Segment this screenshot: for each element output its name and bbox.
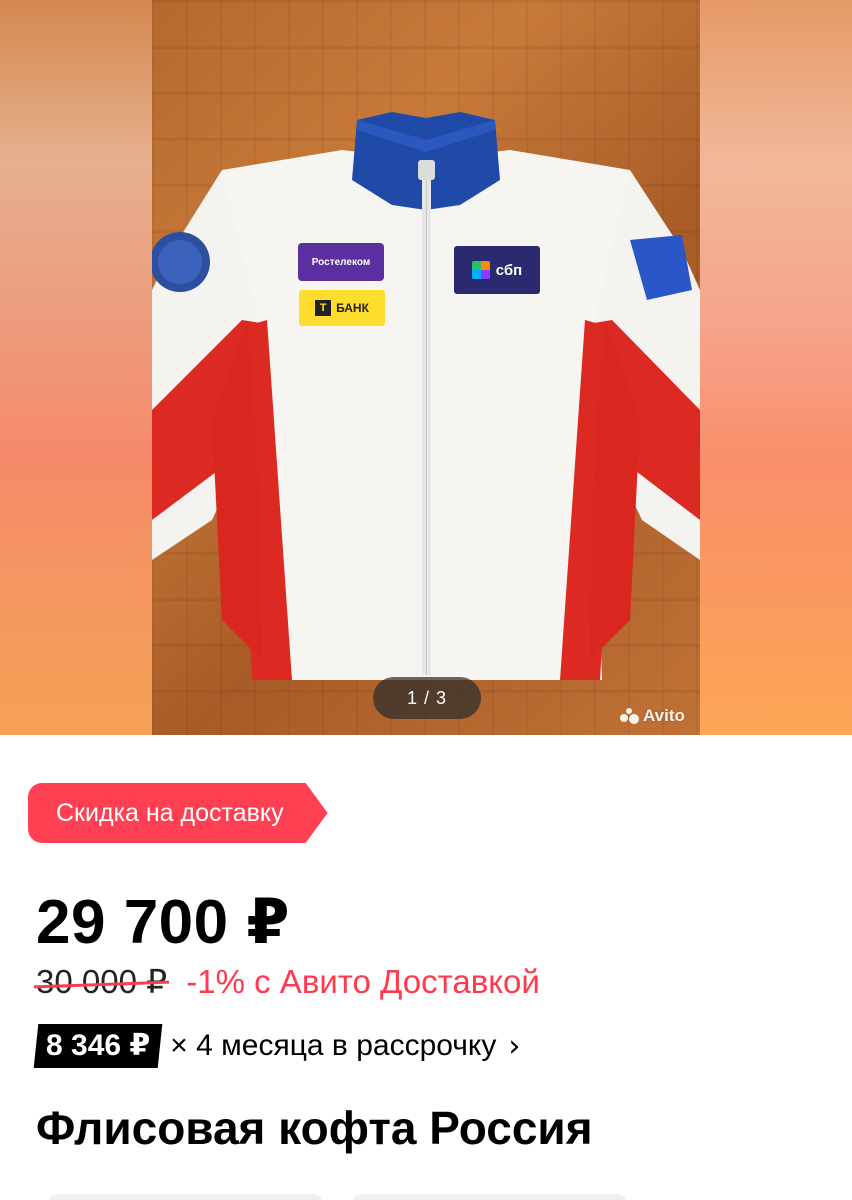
tbank-logo: Т (315, 300, 332, 316)
delivery-discount-text: -1% с Авито Доставкой (186, 963, 540, 1000)
tbank-patch: Т БАНК (299, 290, 385, 326)
gallery-blur-right (700, 0, 852, 735)
sbp-logo-icon (471, 261, 490, 279)
product-title: Флисовая кофта Россия (36, 1102, 593, 1154)
sbp-patch: сбп (454, 246, 540, 294)
rostelecom-patch: Ростелеком (298, 243, 384, 281)
avito-logo-icon (620, 708, 640, 724)
chevron-right-icon: › (508, 1028, 521, 1064)
delivery-discount-badge[interactable]: Скидка на доставку (28, 783, 328, 843)
action-button-right[interactable] (352, 1194, 627, 1200)
jacket-illustration (152, 112, 700, 680)
avito-watermark: Avito (620, 705, 685, 727)
installment-text: × 4 месяца в рассрочку (170, 1029, 497, 1062)
product-photo[interactable]: Ростелеком Т БАНК сбп (152, 0, 700, 735)
installment-link[interactable]: 8 346 ₽ × 4 месяца в рассрочку › (33, 1024, 521, 1068)
photo-pager: 1 / 3 (373, 677, 481, 719)
old-price-row: 30 000 ₽ -1% с Авито Доставкой (36, 962, 540, 1001)
action-button-left[interactable] (48, 1194, 323, 1200)
photo-gallery[interactable]: Ростелеком Т БАНК сбп 1 / 3 Avito (0, 0, 852, 735)
current-price: 29 700 ₽ (36, 888, 290, 957)
old-price: 30 000 ₽ (36, 963, 168, 1000)
gallery-blur-left (0, 0, 152, 735)
installment-amount-badge: 8 346 ₽ (33, 1024, 163, 1068)
